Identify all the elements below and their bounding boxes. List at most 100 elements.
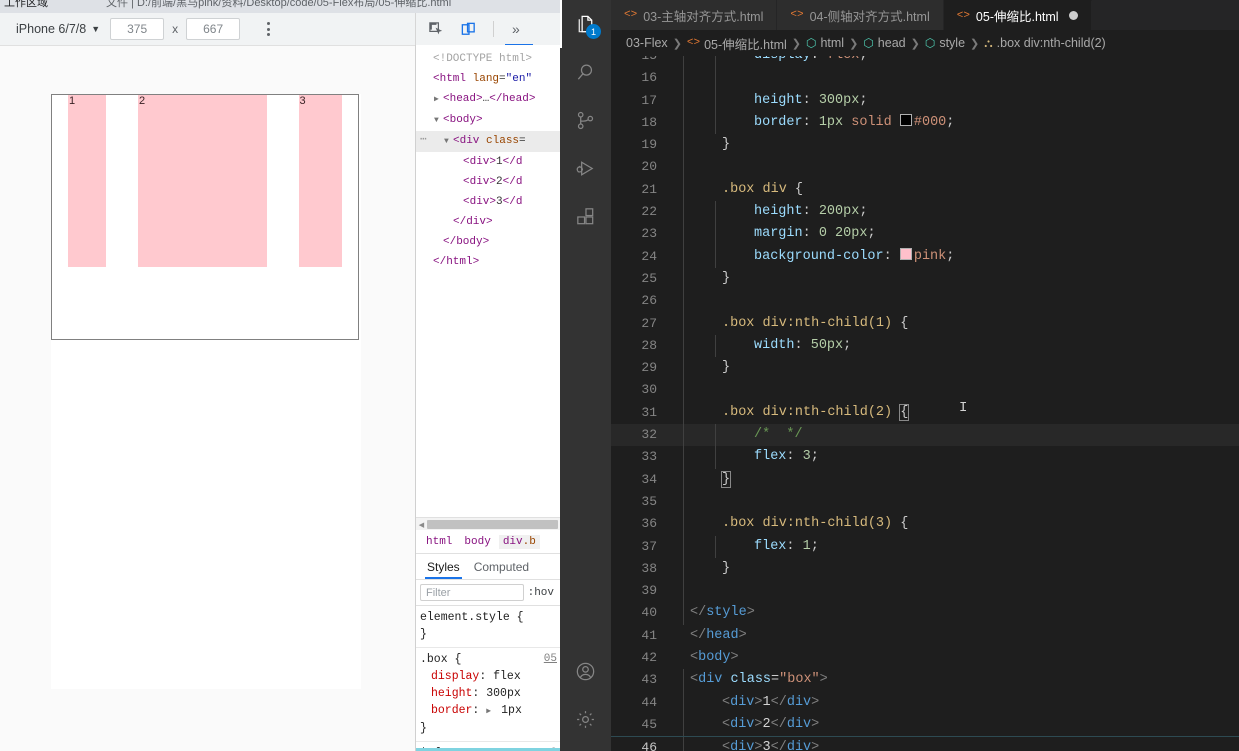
code-line[interactable]: 35	[611, 490, 1239, 514]
dom-node[interactable]: ▼ <body>	[416, 110, 560, 131]
devtools-tab-styles[interactable]: Styles	[422, 560, 469, 579]
code-line[interactable]: 40 </style>	[611, 602, 1239, 625]
code-line[interactable]: 26	[611, 290, 1239, 313]
more-options-icon[interactable]	[258, 18, 278, 40]
scroll-left-icon[interactable]: ◀	[416, 521, 427, 529]
scrollbar-thumb[interactable]	[427, 520, 558, 529]
code-line[interactable]: 23 margin: 0 20px;	[611, 223, 1239, 246]
editor-tabbar[interactable]: <> 03-主轴对齐方式.html <> 04-侧轴对齐方式.html <> 05-伸缩比…	[611, 0, 1239, 30]
code-line[interactable]: 33 flex: 3;	[611, 446, 1239, 469]
styles-tabbar[interactable]: Styles Computed	[416, 554, 560, 580]
css-property[interactable]: display	[420, 670, 479, 683]
extensions-icon[interactable]	[560, 192, 611, 240]
styles-filter-input[interactable]: Filter	[420, 584, 524, 601]
css-value[interactable]: flex	[493, 670, 521, 683]
code-line[interactable]: 17 height: 300px;	[611, 89, 1239, 112]
dom-breadcrumb[interactable]: html body div.b	[416, 530, 560, 554]
code-line[interactable]: 32 /* */	[611, 424, 1239, 447]
toggle-device-toolbar-icon[interactable]	[455, 16, 481, 42]
device-preset-dropdown[interactable]: iPhone 6/7/8 ▼	[0, 22, 110, 36]
devtools-tab-computed[interactable]: Computed	[469, 560, 538, 579]
code-line[interactable]: 15 display: flex;	[611, 56, 1239, 68]
editor-tab[interactable]: <> 03-主轴对齐方式.html	[611, 0, 778, 30]
breadcrumb-item[interactable]: ⬡ html	[806, 36, 844, 50]
editor-tab[interactable]: <> 04-侧轴对齐方式.html	[777, 0, 944, 30]
code-line[interactable]: 24 background-color: pink;	[611, 245, 1239, 268]
dom-crumb-divb[interactable]: div.b	[498, 534, 540, 549]
breadcrumb-item[interactable]: ⛬ .box div:nth-child(2)	[984, 36, 1105, 51]
dom-node[interactable]: <html lang="en"	[416, 69, 560, 89]
unsaved-indicator-icon[interactable]	[1068, 11, 1078, 20]
code-line[interactable]: 42 <body>	[611, 647, 1239, 669]
source-control-icon[interactable]	[560, 96, 611, 144]
settings-gear-icon[interactable]	[560, 695, 611, 743]
css-value[interactable]: 1px	[501, 704, 529, 717]
code-line[interactable]: 20	[611, 156, 1239, 179]
dom-crumb-body[interactable]: body	[460, 535, 494, 549]
css-value[interactable]: 300px	[486, 687, 521, 700]
code-line[interactable]: 46 <div>3</div>	[611, 736, 1239, 751]
code-line[interactable]: 41 </head>	[611, 625, 1239, 647]
omnibox-strip[interactable]: 工作区域 文件 | D:/前端/黑马pink/资料/Desktop/code/0…	[0, 0, 560, 13]
code-line[interactable]: 36 .box div:nth-child(3) {	[611, 513, 1239, 536]
breadcrumb-item[interactable]: <> 05-伸缩比.html	[687, 34, 787, 53]
dom-node[interactable]: ▶ <head>…</head>	[416, 89, 560, 110]
code-line[interactable]: 44 <div>1</div>	[611, 691, 1239, 714]
breadcrumb-item[interactable]: ⬡ head	[863, 36, 905, 50]
disclosure-triangle-icon[interactable]: ▼	[434, 111, 443, 131]
breadcrumb-item[interactable]: ⬡ style	[925, 36, 965, 50]
explorer-icon[interactable]: 1	[560, 0, 611, 48]
dom-node[interactable]: <div>2</d	[416, 172, 560, 192]
dom-tree[interactable]: <!DOCTYPE html> <html lang="en" ▶ <head>…</…	[416, 45, 560, 470]
rule-selector[interactable]: element.style {	[420, 611, 524, 624]
code-line[interactable]: 16	[611, 67, 1239, 90]
rule-selector[interactable]: .box {	[420, 653, 461, 666]
code-line[interactable]: 34}	[611, 468, 1239, 491]
dom-node[interactable]: </div>	[416, 212, 560, 232]
dom-node[interactable]: </body>	[416, 232, 560, 252]
dom-node[interactable]: <!DOCTYPE html>	[416, 49, 560, 69]
css-property[interactable]: height	[420, 687, 472, 700]
dom-crumb-html[interactable]: html	[422, 535, 456, 549]
disclosure-triangle-icon[interactable]: ▶	[434, 90, 443, 110]
accounts-icon[interactable]	[560, 647, 611, 695]
dom-horizontal-scrollbar[interactable]: ◀	[416, 517, 560, 531]
search-icon[interactable]	[560, 48, 611, 96]
more-tools-chevron-icon[interactable]: »	[505, 21, 533, 46]
node-menu-icon[interactable]: ⋯	[420, 130, 428, 150]
breadcrumb-item[interactable]: 03-Flex	[626, 36, 668, 50]
code-line[interactable]: 31 .box div:nth-child(2) {	[611, 401, 1239, 425]
code-line[interactable]: 37 flex: 1;	[611, 535, 1239, 558]
editor-breadcrumb[interactable]: 03-Flex ❯ <> 05-伸缩比.html ❯ ⬡ html ❯ ⬡ head ❯ ⬡ style…	[611, 30, 1239, 56]
styles-rules-list[interactable]: element.style {} .box {05 display: flex hei…	[416, 606, 560, 751]
code-line[interactable]: 21 .box div {	[611, 178, 1239, 202]
style-rule[interactable]: element.style {}	[416, 606, 560, 648]
expand-triangle-icon[interactable]: ▶	[486, 703, 494, 720]
css-property[interactable]: border	[420, 704, 472, 717]
force-state-button[interactable]: :hov	[528, 587, 556, 599]
code-line[interactable]: 43 <div class="box">	[611, 669, 1239, 692]
editor-tab[interactable]: <> 05-伸缩比.html	[943, 0, 1092, 30]
code-line[interactable]: 25}	[611, 267, 1239, 291]
inspect-element-icon[interactable]	[423, 16, 449, 42]
code-line[interactable]: 19}	[611, 134, 1239, 157]
dom-node[interactable]: ⋯ ▼ <div class=	[416, 131, 560, 152]
dom-node[interactable]: <div>1</d	[416, 152, 560, 172]
code-line[interactable]: 45 <div>2</div>	[611, 713, 1239, 737]
rule-origin[interactable]: 05	[544, 651, 557, 668]
code-line[interactable]: 38}	[611, 557, 1239, 581]
code-line[interactable]: 39	[611, 580, 1239, 603]
code-editor[interactable]: 15 display: flex; 16 17 height: 300px; 18 bord…	[611, 56, 1239, 751]
code-line[interactable]: 30	[611, 379, 1239, 402]
code-line[interactable]: 28 width: 50px;	[611, 334, 1239, 358]
style-rule[interactable]: .box {05 display: flex height: 300px border…	[416, 648, 560, 742]
code-line[interactable]: 22 height: 200px;	[611, 201, 1239, 224]
run-and-debug-icon[interactable]	[560, 144, 611, 192]
disclosure-triangle-icon[interactable]: ▼	[444, 132, 453, 152]
viewport-height-input[interactable]: 667	[186, 18, 241, 40]
code-line[interactable]: 18 border: 1px solid #000;	[611, 111, 1239, 135]
dom-node[interactable]: <div>3</d	[416, 192, 560, 212]
dom-node[interactable]: </html>	[416, 252, 560, 272]
code-line[interactable]: 29}	[611, 357, 1239, 380]
viewport-width-input[interactable]: 375	[110, 18, 165, 40]
